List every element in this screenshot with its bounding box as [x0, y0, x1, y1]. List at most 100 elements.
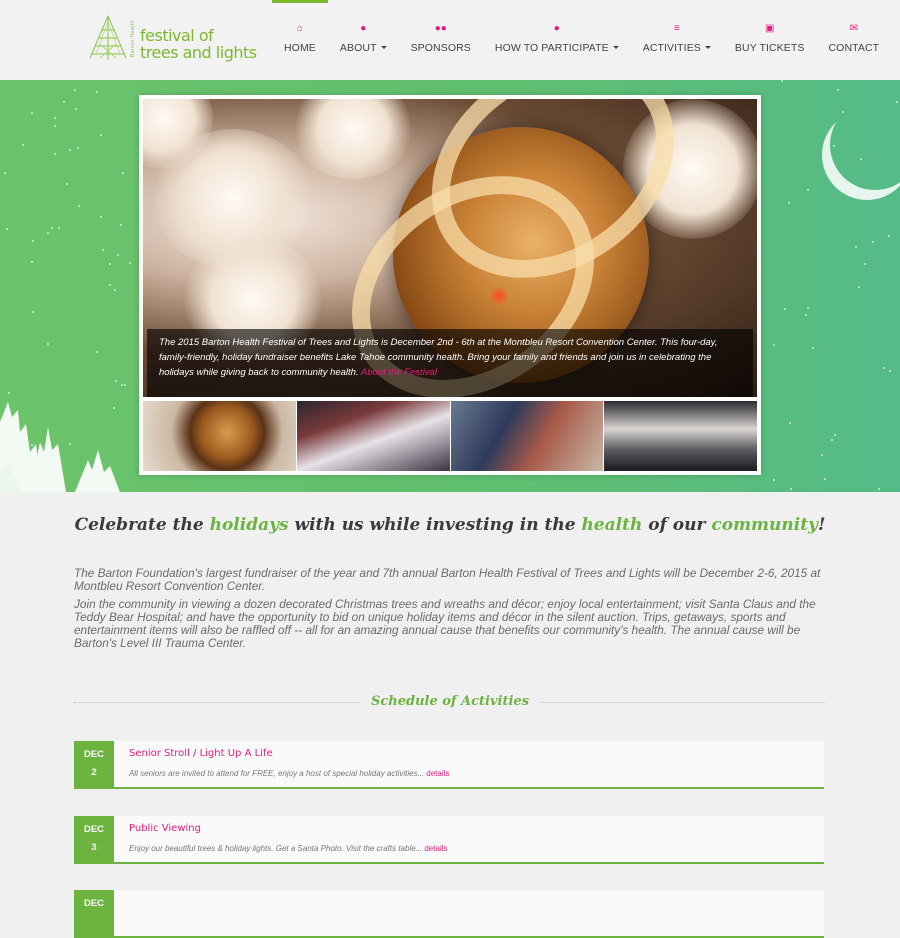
nav-label: BUY TICKETS	[734, 42, 805, 54]
nav-label: ABOUT	[339, 42, 377, 54]
schedule-event: DEC	[74, 890, 824, 938]
event-description-text: Enjoy our beautiful trees & holiday ligh…	[129, 844, 423, 853]
thumbnail-hall[interactable]	[604, 401, 757, 471]
list-icon: ≡	[673, 23, 680, 34]
event-title-link[interactable]: Public Viewing	[129, 823, 201, 834]
nav-label-wrap: ACTIVITIES	[643, 42, 711, 54]
event-details-link[interactable]: details	[424, 844, 447, 853]
snowflake-decoration	[781, 80, 784, 83]
event-description: All seniors are invited to attend for FR…	[129, 769, 449, 778]
thumbnail-activity[interactable]	[450, 401, 604, 471]
snowflake-decoration	[787, 201, 790, 204]
snowflake-decoration	[806, 306, 809, 309]
nav-item-about[interactable]: ● ABOUT	[328, 0, 399, 80]
snowflake-decoration	[31, 240, 34, 243]
snowflake-decoration	[96, 350, 99, 353]
snowflake-decoration	[863, 262, 866, 265]
snowflake-decoration	[54, 153, 57, 156]
snowflake-decoration	[46, 232, 49, 235]
snowflake-decoration	[858, 285, 861, 288]
snowflake-decoration	[834, 434, 837, 437]
snowflake-decoration	[116, 253, 119, 256]
thumbnail-crowd[interactable]	[296, 401, 450, 471]
snowflake-decoration	[21, 143, 24, 146]
slide-ornament-photo[interactable]: The 2015 Barton Health Festival of Trees…	[143, 99, 757, 397]
snowflake-decoration	[108, 263, 111, 266]
snowflake-decoration	[896, 100, 899, 103]
nav-item-activities[interactable]: ≡ ACTIVITIES	[631, 0, 723, 80]
snowflake-decoration	[804, 314, 807, 317]
snowflake-decoration	[100, 216, 103, 219]
snowflake-decoration	[6, 228, 9, 231]
snowflake-decoration	[53, 117, 56, 120]
logo-line-2: trees and lights	[140, 43, 257, 62]
event-day: 3	[91, 842, 97, 853]
snowflake-decoration	[99, 134, 102, 137]
ticket-icon: ▣	[764, 23, 775, 34]
event-details-link[interactable]: details	[426, 769, 449, 778]
snowflake-decoration	[96, 91, 99, 94]
snowflake-decoration	[836, 88, 839, 91]
snowflake-decoration	[46, 343, 49, 346]
schedule-event: DEC 2 Senior Stroll / Light Up A Life All s…	[74, 741, 824, 789]
nav-label: HOME	[284, 42, 316, 54]
snowflake-decoration	[114, 288, 117, 291]
users-icon: ●●	[434, 23, 447, 34]
snowflake-decoration	[824, 478, 827, 481]
slider-thumbnails	[143, 401, 757, 471]
snowflake-decoration	[887, 235, 890, 238]
snowflake-decoration	[53, 124, 56, 127]
schedule-heading: Schedule of Activities	[0, 692, 900, 710]
nav-item-buy-tickets[interactable]: ▣ BUY TICKETS	[723, 0, 817, 80]
event-title-link[interactable]: Senior Stroll / Light Up A Life	[129, 748, 273, 759]
snowflake-decoration	[30, 111, 33, 114]
snowflake-decoration	[73, 88, 76, 91]
nav-label: ACTIVITIES	[642, 42, 701, 54]
snowflake-decoration	[108, 284, 111, 287]
nav-label: HOW TO PARTICIPATE	[494, 42, 609, 54]
nav-item-sponsors[interactable]: ●● SPONSORS	[399, 0, 483, 80]
nav-label: SPONSORS	[410, 42, 471, 54]
nav-item-contact[interactable]: ✉ CONTACT	[817, 0, 892, 80]
event-description: Enjoy our beautiful trees & holiday ligh…	[129, 844, 447, 853]
intro-paragraph-1: The Barton Foundation's largest fundrais…	[74, 566, 821, 593]
nav-item-home[interactable]: ⌂ HOME	[272, 0, 328, 80]
slide-caption: The 2015 Barton Health Festival of Trees…	[147, 329, 753, 397]
event-month: DEC	[83, 749, 105, 760]
snowflake-decoration	[122, 172, 125, 175]
nav-label-wrap: HOW TO PARTICIPATE	[495, 42, 619, 54]
snowflake-decoration	[871, 241, 874, 244]
caret-down-icon	[704, 46, 711, 49]
event-date-badge: DEC 2	[74, 741, 114, 789]
caret-down-icon	[612, 46, 619, 49]
home-icon: ⌂	[296, 23, 303, 34]
snowflake-decoration	[854, 245, 857, 248]
snowflake-decoration	[4, 171, 7, 174]
snowflake-decoration	[68, 149, 71, 152]
about-festival-link[interactable]: About the Festival	[361, 367, 437, 378]
slide-caption-text: The 2015 Barton Health Festival of Trees…	[159, 337, 718, 378]
nav-label-wrap: ABOUT	[340, 42, 387, 54]
event-description-text: All seniors are invited to attend for FR…	[129, 769, 425, 778]
snowflake-decoration	[101, 249, 104, 252]
snowflake-decoration	[830, 439, 833, 442]
event-date-badge: DEC 3	[74, 816, 114, 864]
snowflake-decoration	[806, 188, 809, 191]
snowflake-decoration	[812, 346, 815, 349]
snowflake-decoration	[788, 422, 791, 425]
moon-decoration	[830, 100, 900, 190]
event-day: 2	[91, 767, 97, 778]
event-description	[129, 918, 131, 927]
event-month: DEC	[83, 824, 105, 835]
site-logo[interactable]: Barton Health festival of trees and ligh…	[86, 14, 257, 64]
thumbnail-ornament[interactable]	[143, 401, 296, 471]
snowflake-decoration	[66, 183, 69, 186]
snowflake-decoration	[783, 307, 786, 310]
snowflake-decoration	[57, 226, 60, 229]
snowflake-decoration	[78, 205, 81, 208]
snowflake-decoration	[31, 311, 34, 314]
envelope-icon: ✉	[849, 23, 859, 34]
nav-item-how-to-participate[interactable]: ● HOW TO PARTICIPATE	[483, 0, 631, 80]
snowflake-decoration	[773, 343, 776, 346]
snowflake-decoration	[888, 369, 891, 372]
